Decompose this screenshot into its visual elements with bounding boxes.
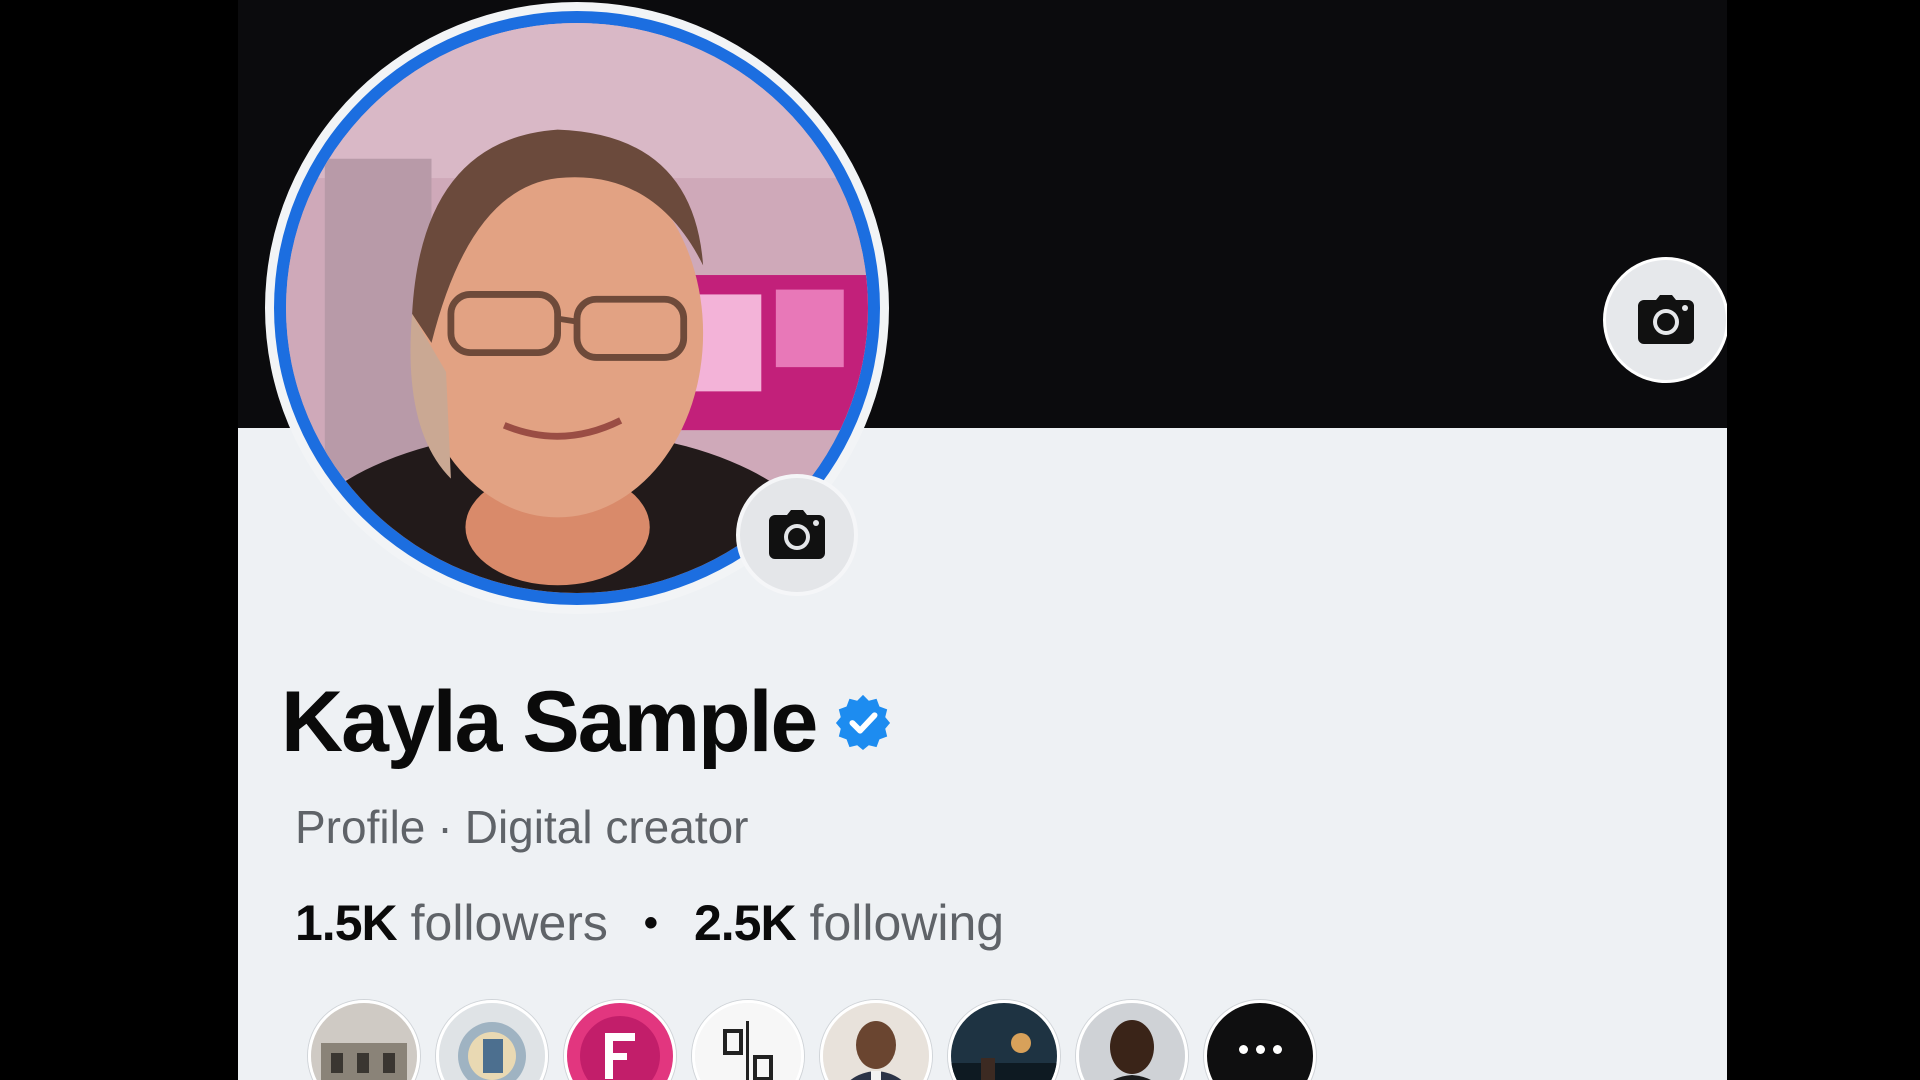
verified-badge-icon bbox=[836, 694, 891, 751]
following-stat[interactable]: 2.5K following bbox=[694, 894, 1004, 952]
profile-type: Profile bbox=[295, 801, 426, 853]
more-dots-icon bbox=[1238, 1045, 1248, 1054]
profile-category: Digital creator bbox=[464, 801, 749, 853]
follower-avatar[interactable] bbox=[1076, 1000, 1188, 1080]
following-label: following bbox=[809, 895, 1005, 951]
name-row: Kayla Sample bbox=[281, 672, 892, 772]
profile-name: Kayla Sample bbox=[281, 674, 818, 770]
follower-avatar[interactable] bbox=[564, 1000, 676, 1080]
followers-label: followers bbox=[410, 895, 608, 951]
profile-stats: 1.5K followers • 2.5K following bbox=[295, 894, 1004, 952]
more-followers-button[interactable] bbox=[1204, 1000, 1316, 1080]
follower-avatar[interactable] bbox=[820, 1000, 932, 1080]
subtitle-separator: · bbox=[437, 801, 453, 853]
follower-avatars bbox=[308, 1000, 1316, 1080]
followers-stat[interactable]: 1.5K followers bbox=[295, 894, 608, 952]
edit-cover-button[interactable] bbox=[1603, 257, 1727, 383]
profile-subtitle: Profile · Digital creator bbox=[295, 800, 749, 854]
camera-icon bbox=[769, 510, 825, 559]
follower-avatar[interactable] bbox=[948, 1000, 1060, 1080]
follower-avatar[interactable] bbox=[308, 1000, 420, 1080]
edit-profile-picture-button[interactable] bbox=[736, 474, 858, 596]
camera-icon bbox=[1638, 295, 1694, 344]
stats-separator: • bbox=[643, 900, 658, 945]
following-count: 2.5K bbox=[693, 895, 797, 951]
follower-avatar[interactable] bbox=[692, 1000, 804, 1080]
follower-avatar[interactable] bbox=[436, 1000, 548, 1080]
followers-count: 1.5K bbox=[295, 895, 398, 951]
profile-screen: Kayla Sample Profile · Digital creator 1… bbox=[238, 0, 1727, 1080]
